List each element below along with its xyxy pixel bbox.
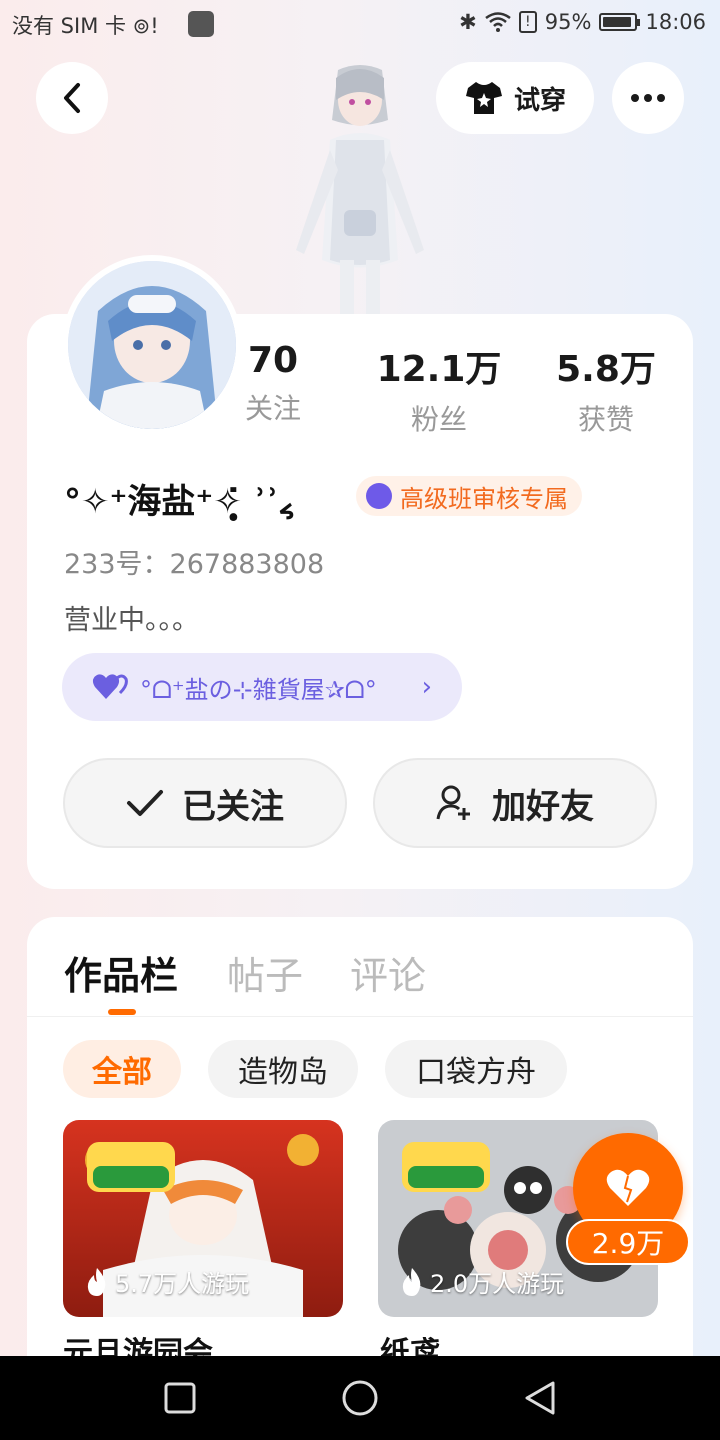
follow-label: 已关注 <box>182 786 284 827</box>
back-nav-button[interactable] <box>490 1356 590 1440</box>
clock: 18:06 <box>645 10 706 34</box>
heart-icon <box>92 674 128 699</box>
try-on-label: 试穿 <box>513 85 566 116</box>
heart-icon <box>606 1169 650 1206</box>
wifi-icon <box>485 12 511 32</box>
status-icons: ✱ ! 95% 18:06 <box>459 10 706 34</box>
tshirt-icon <box>465 82 502 114</box>
divider <box>27 1016 693 1017</box>
status-bar: 没有 SIM 卡 ⊚! ✱ ! 95% 18:06 <box>0 0 720 50</box>
recents-button[interactable] <box>130 1356 230 1440</box>
badge-label: 高级班审核专属 <box>400 484 568 513</box>
stat-fans[interactable]: 12.1万 粉丝 <box>359 340 519 438</box>
flame-icon <box>402 1267 421 1296</box>
flame-icon <box>87 1267 106 1296</box>
check-icon <box>127 790 163 816</box>
notification-icon <box>188 11 214 37</box>
back-arrow-icon <box>64 83 80 113</box>
like-count: 2.9万 <box>566 1219 690 1265</box>
fans-label: 粉丝 <box>410 403 467 436</box>
more-button[interactable] <box>612 62 684 134</box>
likes-count: 5.8万 <box>556 349 656 390</box>
square-icon <box>164 1382 196 1414</box>
likes-label: 获赞 <box>577 403 634 436</box>
chevron-right-icon: › <box>421 672 432 702</box>
group-label: °ᗝ⁺盐の⊹雑貨屋✰ᗝ° <box>140 675 377 704</box>
play-count: 5.7万人游玩 <box>85 1264 249 1299</box>
filter-all[interactable]: 全部 <box>63 1040 181 1098</box>
triangle-back-icon <box>525 1381 555 1415</box>
username: °✧⁺海盐⁺✧̣̥̇ ʾʾ៹ <box>64 482 295 522</box>
work-card[interactable]: 5.7万人游玩 <box>63 1120 343 1317</box>
navigation-bar <box>0 1356 720 1440</box>
game-logo-icon <box>87 1142 175 1192</box>
tab-indicator <box>108 1009 136 1015</box>
tab-posts[interactable]: 帖子 <box>227 945 303 1000</box>
avatar-image <box>68 261 236 429</box>
tab-comments[interactable]: 评论 <box>350 945 426 1000</box>
carrier-text: 没有 SIM 卡 ⊚! <box>12 14 159 38</box>
battery-percent: 95% <box>544 10 592 34</box>
try-on-button[interactable]: 试穿 <box>436 62 594 134</box>
follow-button[interactable]: 已关注 <box>63 758 347 848</box>
add-friend-label: 加好友 <box>492 786 594 827</box>
home-button[interactable] <box>310 1356 410 1440</box>
bio: 营业中。。。 <box>64 605 199 636</box>
group-chip[interactable]: °ᗝ⁺盐の⊹雑貨屋✰ᗝ° › <box>62 653 462 721</box>
play-count: 2.0万人游玩 <box>400 1264 564 1299</box>
stat-likes[interactable]: 5.8万 获赞 <box>526 340 686 438</box>
tab-works[interactable]: 作品栏 <box>64 945 178 1000</box>
add-user-icon <box>436 785 470 820</box>
more-dots-icon <box>631 94 639 102</box>
filter-pocket-ark[interactable]: 口袋方舟 <box>385 1040 567 1098</box>
game-logo-icon <box>402 1142 490 1192</box>
back-button[interactable] <box>36 62 108 134</box>
circle-icon <box>342 1380 378 1416</box>
character-avatar[interactable] <box>280 60 440 318</box>
add-friend-button[interactable]: 加好友 <box>373 758 657 848</box>
user-id: 233号：267883808 <box>64 549 325 580</box>
avatar[interactable] <box>62 255 242 435</box>
fans-count: 12.1万 <box>376 349 502 390</box>
alert-icon: ! <box>518 11 537 33</box>
badge-icon <box>366 483 392 509</box>
filter-creation-island[interactable]: 造物岛 <box>208 1040 358 1098</box>
bluetooth-icon: ✱ <box>459 10 477 34</box>
battery-icon <box>599 13 641 31</box>
status-badge[interactable]: 高级班审核专属 <box>356 476 582 516</box>
